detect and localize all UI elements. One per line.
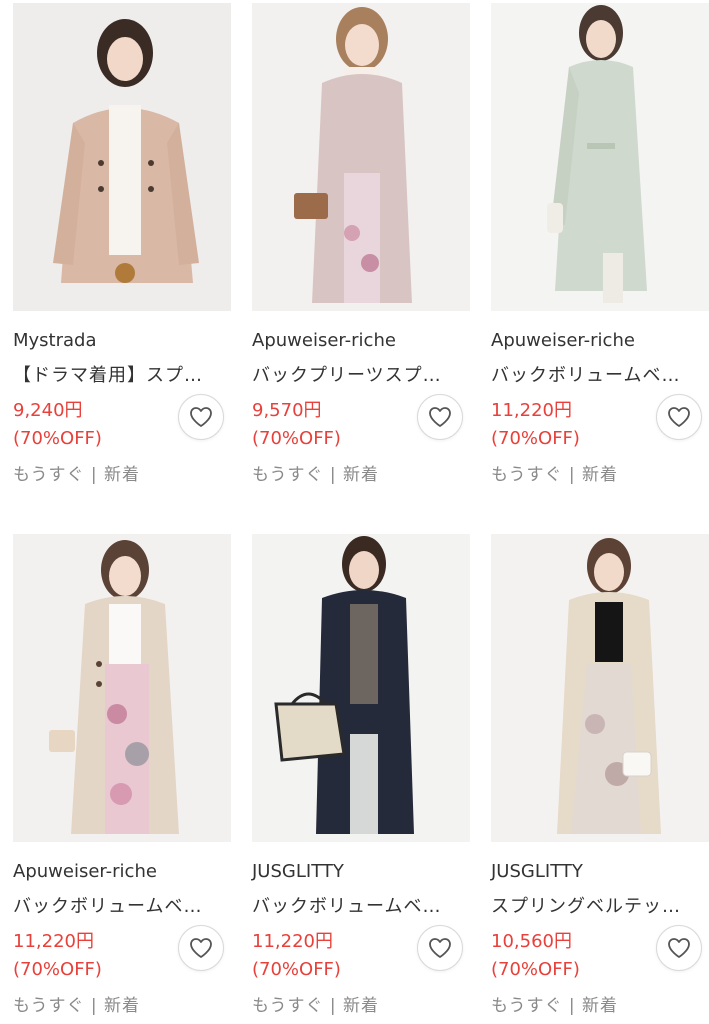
product-title[interactable]: バックプリーツスプ… (252, 361, 470, 387)
product-discount: (70%OFF) (13, 959, 102, 980)
product-title[interactable]: スプリングベルテッ… (491, 892, 709, 918)
product-brand: JUSGLITTY (491, 861, 583, 882)
product-discount: (70%OFF) (491, 959, 580, 980)
product-grid: Mystrada 【ドラマ着用】スプ… 9,240円 (70%OFF) もうすぐ… (0, 0, 709, 1024)
product-tags: もうすぐ | 新着 (491, 996, 619, 1016)
favorite-button[interactable] (417, 925, 463, 971)
product-image[interactable] (13, 534, 231, 842)
product-discount: (70%OFF) (491, 428, 580, 449)
product-image[interactable] (491, 3, 709, 311)
product-brand: Apuweiser-riche (491, 330, 635, 351)
product-image[interactable] (252, 3, 470, 311)
favorite-button[interactable] (656, 925, 702, 971)
product-price: 11,220円 (13, 931, 94, 952)
product-price: 11,220円 (491, 400, 572, 421)
product-tags: もうすぐ | 新着 (491, 465, 619, 485)
product-discount: (70%OFF) (252, 959, 341, 980)
product-tags: もうすぐ | 新着 (252, 465, 380, 485)
product-title[interactable]: 【ドラマ着用】スプ… (13, 361, 231, 387)
heart-outline-icon (429, 938, 451, 958)
product-tags: もうすぐ | 新着 (252, 996, 380, 1016)
product-price: 9,240円 (13, 400, 83, 421)
favorite-button[interactable] (178, 925, 224, 971)
product-title[interactable]: バックボリュームベ… (13, 892, 231, 918)
product-tags: もうすぐ | 新着 (13, 465, 141, 485)
product-brand: Apuweiser-riche (13, 861, 157, 882)
favorite-button[interactable] (656, 394, 702, 440)
heart-outline-icon (190, 407, 212, 427)
heart-outline-icon (429, 407, 451, 427)
product-brand: Mystrada (13, 330, 97, 351)
product-price: 9,570円 (252, 400, 322, 421)
product-tags: もうすぐ | 新着 (13, 996, 141, 1016)
product-image[interactable] (252, 534, 470, 842)
favorite-button[interactable] (417, 394, 463, 440)
product-brand: JUSGLITTY (252, 861, 344, 882)
heart-outline-icon (668, 407, 690, 427)
product-title[interactable]: バックボリュームベ… (491, 361, 709, 387)
product-discount: (70%OFF) (13, 428, 102, 449)
favorite-button[interactable] (178, 394, 224, 440)
product-discount: (70%OFF) (252, 428, 341, 449)
product-image[interactable] (13, 3, 231, 311)
product-price: 10,560円 (491, 931, 572, 952)
product-price: 11,220円 (252, 931, 333, 952)
product-image[interactable] (491, 534, 709, 842)
product-brand: Apuweiser-riche (252, 330, 396, 351)
heart-outline-icon (668, 938, 690, 958)
heart-outline-icon (190, 938, 212, 958)
product-title[interactable]: バックボリュームベ… (252, 892, 470, 918)
